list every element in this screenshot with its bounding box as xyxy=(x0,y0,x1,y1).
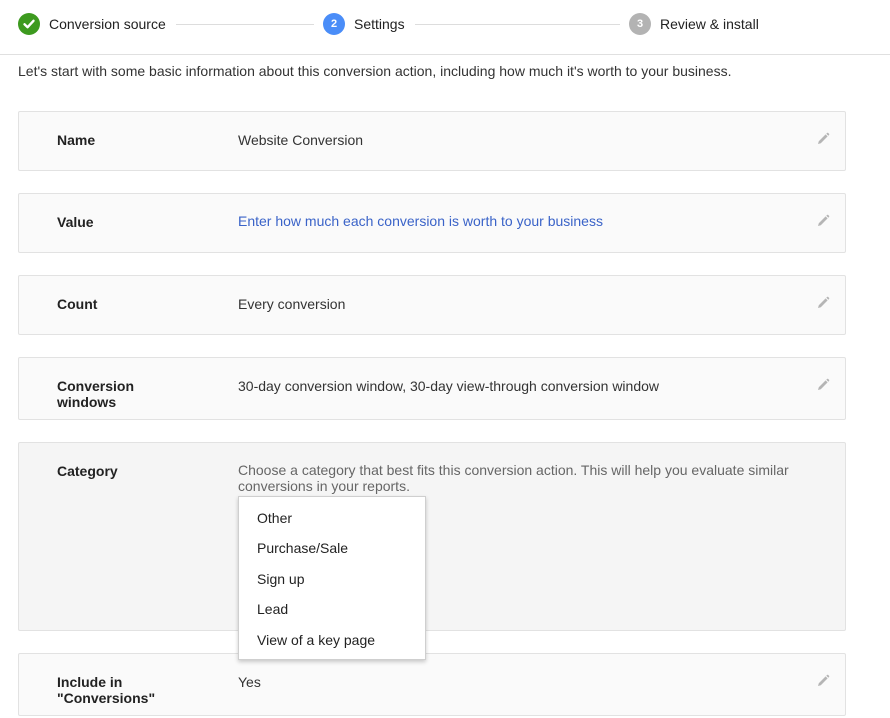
pencil-icon[interactable] xyxy=(815,377,831,393)
step-connector xyxy=(415,24,620,25)
category-option-other[interactable]: Other xyxy=(239,503,425,533)
pencil-icon[interactable] xyxy=(815,673,831,689)
setting-value: Website Conversion xyxy=(238,132,364,148)
setting-row-category: Category Choose a category that best fit… xyxy=(18,442,846,631)
check-icon xyxy=(18,13,40,35)
setting-label: Conversion windows xyxy=(57,378,135,410)
intro-text: Let's start with some basic information … xyxy=(18,63,732,79)
category-option-purchase-sale[interactable]: Purchase/Sale xyxy=(239,533,425,563)
setting-value: Yes xyxy=(238,674,261,690)
category-option-sign-up[interactable]: Sign up xyxy=(239,564,425,594)
setting-label: Value xyxy=(57,214,94,230)
setting-label: Name xyxy=(57,132,96,148)
step-conversion-source[interactable]: Conversion source xyxy=(18,12,166,36)
category-description: Choose a category that best fits this co… xyxy=(238,462,789,494)
category-dropdown-menu[interactable]: Other Purchase/Sale Sign up Lead View of… xyxy=(238,496,426,660)
category-option-lead[interactable]: Lead xyxy=(239,594,425,624)
setting-row-value[interactable]: Value Enter how much each conversion is … xyxy=(18,193,846,253)
setting-row-name[interactable]: Name Website Conversion xyxy=(18,111,846,171)
pencil-icon[interactable] xyxy=(815,295,831,311)
setting-value: Every conversion xyxy=(238,296,346,312)
category-option-view-key-page[interactable]: View of a key page xyxy=(239,625,425,655)
step-label: Review & install xyxy=(660,16,759,32)
step-number-badge: 2 xyxy=(323,13,345,35)
pencil-icon[interactable] xyxy=(815,131,831,147)
setting-label: Include in "Conversions" xyxy=(57,674,156,706)
step-label: Conversion source xyxy=(49,16,166,32)
setting-label: Category xyxy=(57,463,118,479)
step-review-install[interactable]: 3 Review & install xyxy=(629,12,759,36)
setting-row-conversion-windows[interactable]: Conversion windows 30-day conversion win… xyxy=(18,357,846,420)
enter-value-link[interactable]: Enter how much each conversion is worth … xyxy=(238,213,603,229)
step-connector xyxy=(176,24,314,25)
setting-row-include-in-conversions[interactable]: Include in "Conversions" Yes xyxy=(18,653,846,716)
progress-stepper: Conversion source 2 Settings 3 Review & … xyxy=(0,0,890,55)
setting-value: 30-day conversion window, 30-day view-th… xyxy=(238,378,660,394)
setting-row-count[interactable]: Count Every conversion xyxy=(18,275,846,335)
pencil-icon[interactable] xyxy=(815,213,831,229)
step-number-badge: 3 xyxy=(629,13,651,35)
setting-label: Count xyxy=(57,296,98,312)
step-label: Settings xyxy=(354,16,405,32)
step-settings[interactable]: 2 Settings xyxy=(323,12,405,36)
